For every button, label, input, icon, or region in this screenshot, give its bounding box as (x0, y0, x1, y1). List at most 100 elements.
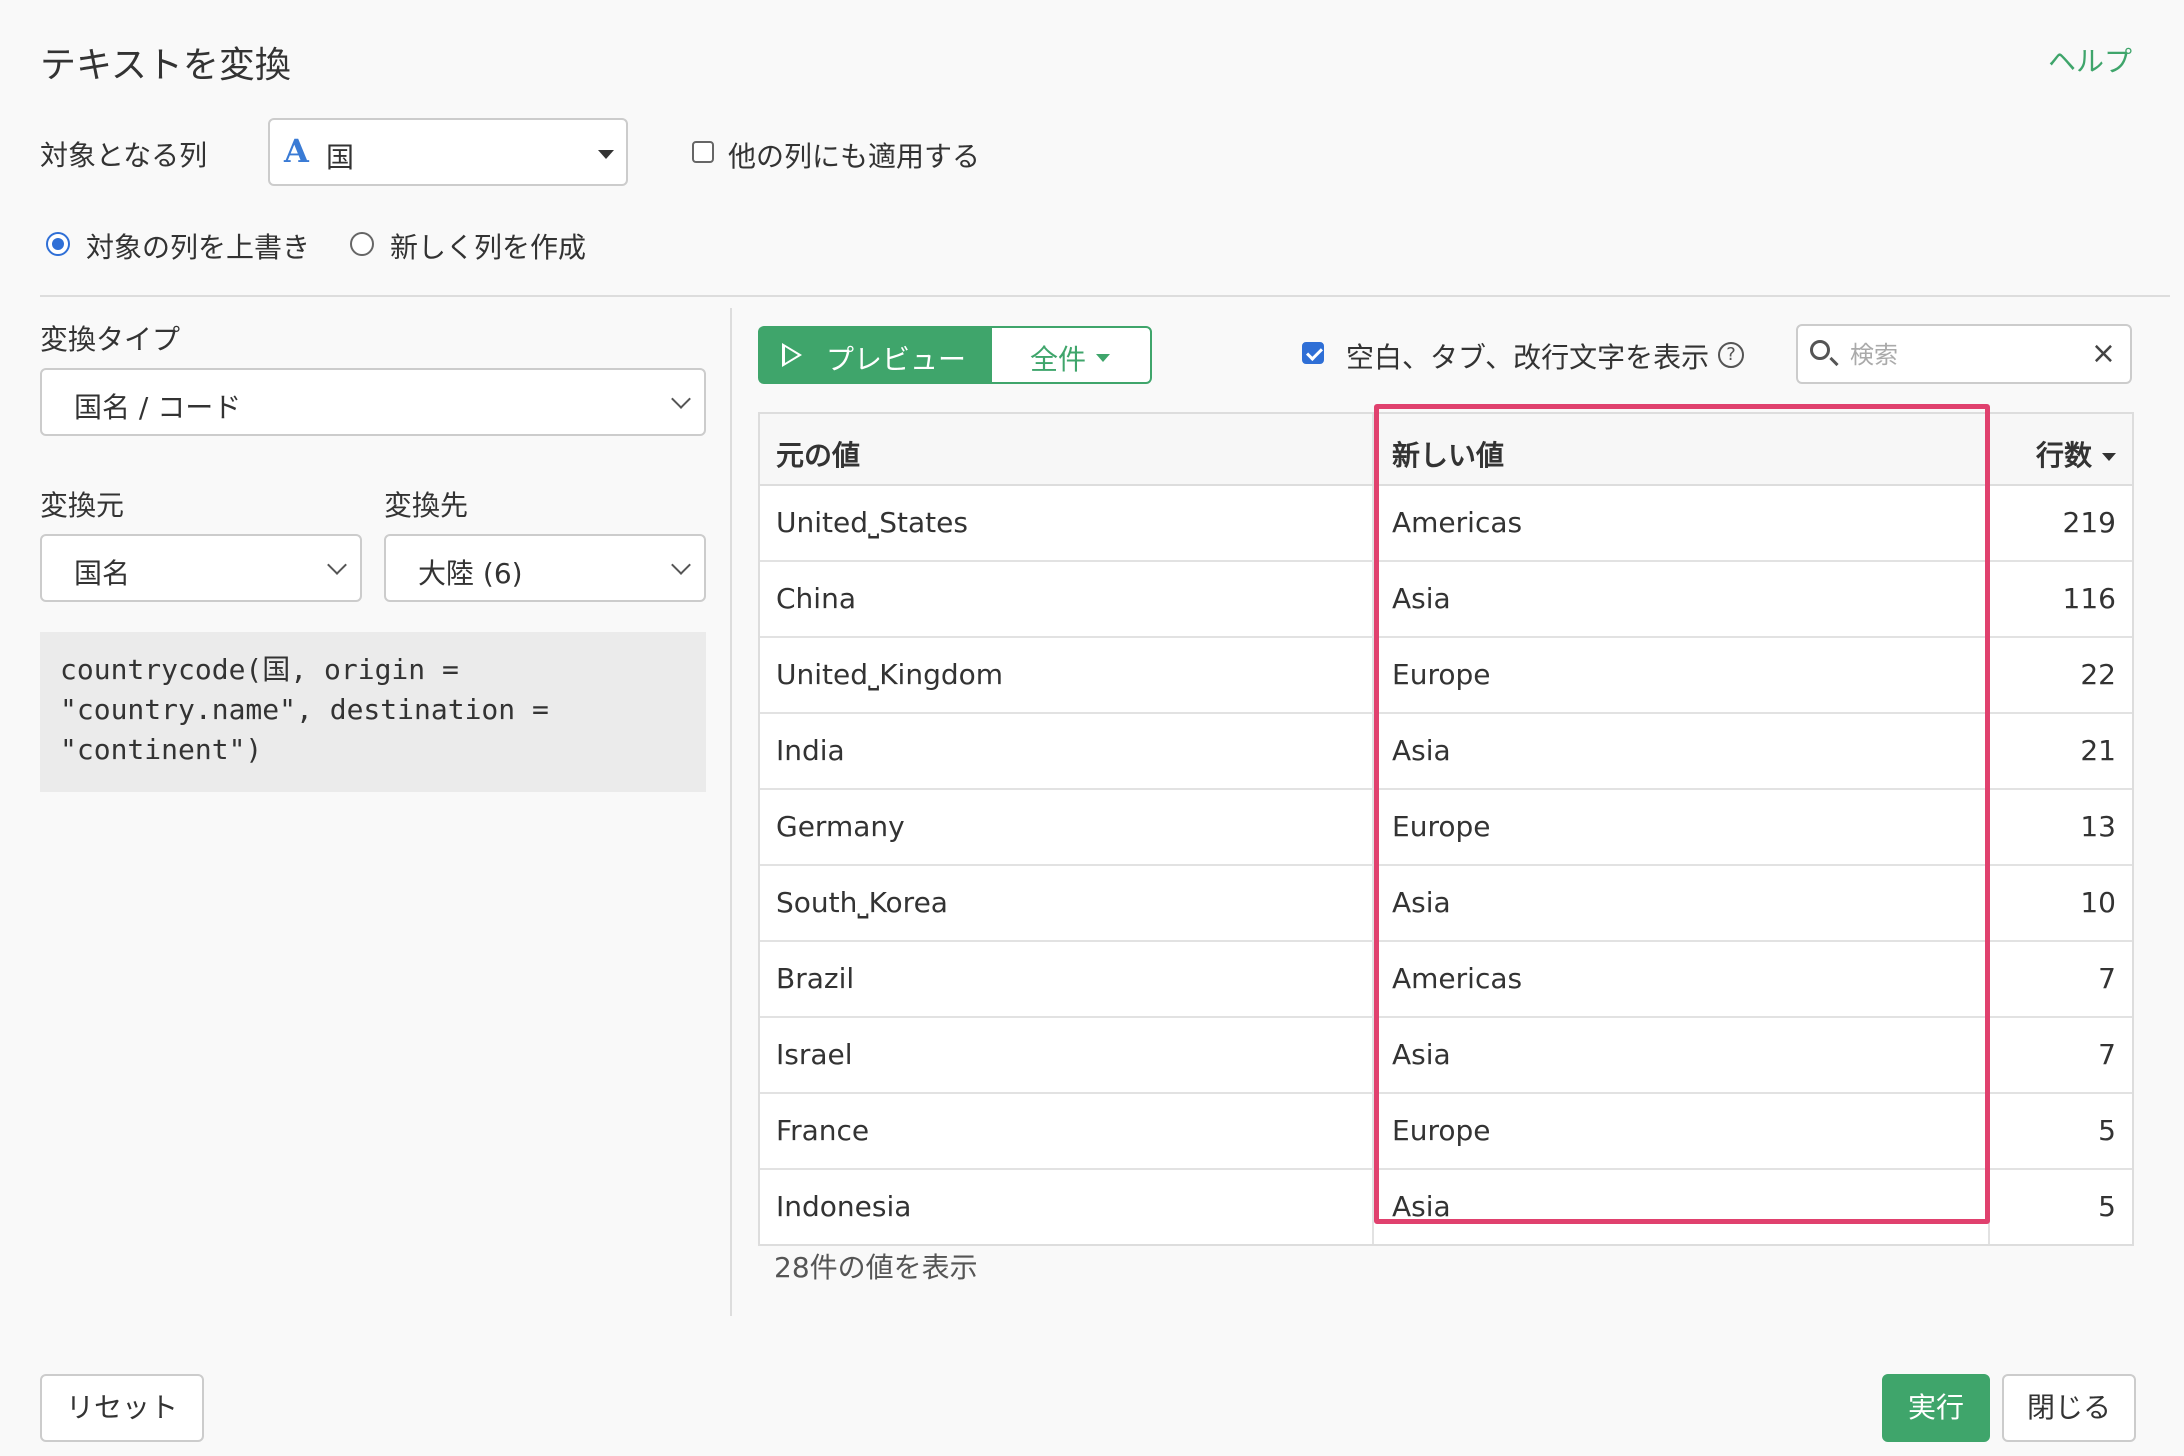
cell-count: 21 (2080, 734, 2116, 767)
chevron-down-icon (327, 555, 347, 575)
cell-count: 219 (2062, 506, 2116, 539)
cell-new[interactable]: Asia (1392, 734, 1451, 767)
cell-new[interactable]: Americas (1392, 962, 1522, 995)
cell-new[interactable]: Europe (1392, 1114, 1490, 1147)
divider (40, 295, 2170, 297)
table-row: United⎵States Americas 219 (760, 486, 2132, 562)
target-column-label: 対象となる列 (40, 139, 208, 172)
table-row: China Asia 116 (760, 562, 2132, 638)
column-separator (1372, 638, 1374, 712)
table-row: Indonesia Asia 5 (760, 1170, 2132, 1244)
conversion-type-value: 国名 / コード (74, 391, 242, 424)
run-button[interactable]: 実行 (1882, 1374, 1990, 1442)
apply-other-columns-checkbox[interactable] (692, 141, 714, 163)
close-button[interactable]: 閉じる (2002, 1374, 2136, 1442)
cell-new[interactable]: Europe (1392, 810, 1490, 843)
string-type-icon: A (284, 132, 309, 170)
sort-caret-icon (2102, 453, 2116, 461)
table-row: Germany Europe 13 (760, 790, 2132, 866)
cell-original: India (776, 734, 845, 767)
column-separator (1372, 486, 1374, 560)
column-separator (1988, 866, 1990, 940)
cell-original: Brazil (776, 962, 855, 995)
column-separator (1988, 1018, 1990, 1092)
new-column-label: 新しく列を作成 (390, 231, 587, 264)
target-column-select[interactable]: A 国 (268, 118, 628, 186)
cell-new[interactable]: Asia (1392, 886, 1451, 919)
cell-count: 7 (2098, 962, 2116, 995)
new-column-radio[interactable] (350, 232, 374, 256)
column-separator (1988, 486, 1990, 560)
search-input[interactable] (1848, 336, 2072, 374)
table-header: 元の値 新しい値 行数 (760, 414, 2132, 486)
cell-count: 5 (2098, 1190, 2116, 1223)
column-separator (1988, 714, 1990, 788)
cell-new[interactable]: Asia (1392, 582, 1451, 615)
cell-original: Indonesia (776, 1190, 912, 1223)
search-icon (1810, 340, 1830, 360)
dialog-title: テキストを変換 (40, 45, 291, 86)
destination-value: 大陸 (6) (418, 557, 523, 590)
column-separator (1372, 714, 1374, 788)
destination-label: 変換先 (384, 489, 469, 522)
destination-select[interactable]: 大陸 (6) (384, 534, 706, 602)
help-link[interactable]: ヘルプ (2048, 40, 2132, 80)
preview-button[interactable]: プレビュー (758, 326, 990, 384)
column-separator (1988, 790, 1990, 864)
caret-down-icon (598, 150, 614, 159)
source-value: 国名 (74, 557, 131, 590)
all-rows-dropdown[interactable]: 全件 (990, 326, 1152, 384)
table-row: Israel Asia 7 (760, 1018, 2132, 1094)
column-separator (1988, 562, 1990, 636)
clear-icon[interactable]: × (2091, 336, 2116, 371)
column-separator (1372, 1018, 1374, 1092)
panel-divider (730, 308, 732, 1316)
cell-new[interactable]: Americas (1392, 506, 1522, 539)
cell-new[interactable]: Asia (1392, 1038, 1451, 1071)
cell-count: 7 (2098, 1038, 2116, 1071)
cell-original: Germany (776, 810, 905, 843)
all-rows-label: 全件 (1030, 343, 1087, 376)
column-separator (1988, 638, 1990, 712)
cell-count: 116 (2062, 582, 2116, 615)
cell-original: China (776, 582, 856, 615)
overwrite-radio[interactable] (46, 232, 70, 256)
cell-original: South⎵Korea (776, 886, 948, 919)
table-row: Brazil Americas 7 (760, 942, 2132, 1018)
play-icon (782, 343, 802, 367)
column-header-new[interactable]: 新しい値 (1392, 434, 1504, 474)
column-separator (1988, 414, 1990, 484)
cell-original: Israel (776, 1038, 853, 1071)
source-label: 変換元 (40, 489, 125, 522)
cell-new[interactable]: Europe (1392, 658, 1490, 691)
table-row: South⎵Korea Asia 10 (760, 866, 2132, 942)
cell-count: 13 (2080, 810, 2116, 843)
conversion-type-select[interactable]: 国名 / コード (40, 368, 706, 436)
overwrite-label: 対象の列を上書き (86, 231, 311, 264)
caret-down-icon (1096, 354, 1110, 362)
question-circle-icon[interactable]: ? (1718, 342, 1744, 368)
column-header-original[interactable]: 元の値 (776, 434, 860, 474)
column-separator (1988, 1170, 1990, 1244)
values-count-text: 28件の値を表示 (774, 1251, 978, 1284)
column-separator (1372, 414, 1374, 484)
show-whitespace-label: 空白、タブ、改行文字を表示 (1346, 341, 1710, 374)
column-separator (1372, 866, 1374, 940)
search-box: × (1796, 324, 2132, 384)
reset-button[interactable]: リセット (40, 1374, 204, 1442)
column-separator (1372, 1170, 1374, 1244)
preview-table: 元の値 新しい値 行数 United⎵States Americas 219 Chi… (758, 412, 2134, 1246)
target-column-value: 国 (326, 141, 355, 174)
chevron-down-icon (671, 555, 691, 575)
table-row: United⎵Kingdom Europe 22 (760, 638, 2132, 714)
column-header-count[interactable]: 行数 (2036, 434, 2116, 474)
conversion-type-label: 変換タイプ (40, 323, 181, 356)
show-whitespace-checkbox[interactable] (1302, 342, 1324, 364)
column-separator (1372, 562, 1374, 636)
column-separator (1988, 942, 1990, 1016)
count-header-label: 行数 (2035, 439, 2092, 472)
cell-new[interactable]: Asia (1392, 1190, 1451, 1223)
generated-code: countrycode(国, origin = "country.name", … (40, 632, 706, 792)
column-separator (1372, 1094, 1374, 1168)
source-select[interactable]: 国名 (40, 534, 362, 602)
